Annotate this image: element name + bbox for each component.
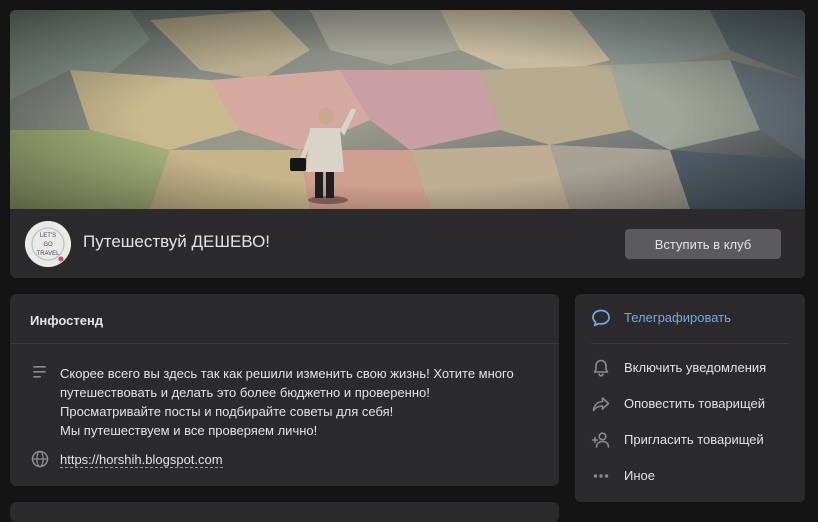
share-action[interactable]: Оповестить товарищей bbox=[575, 389, 805, 419]
cover-image bbox=[10, 10, 805, 209]
info-card-title: Инфостенд bbox=[30, 313, 104, 328]
share-arrow-icon bbox=[592, 397, 610, 412]
enable-notifications-action[interactable]: Включить уведомления bbox=[575, 353, 805, 383]
avatar-text-1: LET'S bbox=[40, 233, 56, 239]
more-dots-icon bbox=[593, 474, 609, 478]
description-line: Просматривайте посты и подбирайте советы… bbox=[60, 404, 394, 419]
avatar-text-3: TRAVEL bbox=[37, 251, 61, 257]
actions-card: Телеграфировать Включить уведомления Опо… bbox=[575, 294, 805, 502]
website-link[interactable]: https://horshih.blogspot.com bbox=[60, 452, 223, 468]
divider bbox=[591, 343, 789, 344]
message-label: Телеграфировать bbox=[624, 310, 731, 325]
add-user-icon bbox=[591, 432, 610, 448]
description-line: путешествовать и делать это более бюджет… bbox=[60, 385, 430, 400]
more-action[interactable]: Иное bbox=[575, 461, 805, 491]
message-action[interactable]: Телеграфировать bbox=[575, 303, 805, 333]
more-label: Иное bbox=[624, 468, 655, 483]
info-card: Инфостенд Скорее всего вы здесь так как … bbox=[10, 294, 559, 486]
enable-notifications-label: Включить уведомления bbox=[624, 360, 767, 375]
next-card bbox=[10, 502, 559, 522]
group-title: Путешествуй ДЕШЕВО! bbox=[83, 232, 271, 251]
globe-icon bbox=[31, 450, 49, 468]
share-label: Оповестить товарищей bbox=[624, 396, 765, 411]
join-club-button[interactable]: Вступить в клуб bbox=[625, 229, 781, 259]
invite-friends-action[interactable]: Пригласить товарищей bbox=[575, 425, 805, 455]
group-header: LET'S GO TRAVEL Путешествуй ДЕШЕВО! Всту… bbox=[10, 10, 805, 278]
group-avatar[interactable]: LET'S GO TRAVEL bbox=[25, 221, 71, 267]
description-lines-icon bbox=[33, 366, 46, 378]
divider bbox=[10, 343, 559, 344]
description-line: Мы путешествуем и все проверяем лично! bbox=[60, 423, 318, 438]
description-line: Скорее всего вы здесь так как решили изм… bbox=[60, 366, 514, 381]
bell-icon bbox=[593, 359, 609, 377]
avatar-text-2: GO bbox=[43, 242, 53, 248]
group-info-bar: LET'S GO TRAVEL Путешествуй ДЕШЕВО! Всту… bbox=[10, 209, 805, 278]
invite-friends-label: Пригласить товарищей bbox=[624, 432, 764, 447]
message-bubble-icon bbox=[592, 309, 610, 327]
group-description: Скорее всего вы здесь так как решили изм… bbox=[60, 364, 540, 440]
